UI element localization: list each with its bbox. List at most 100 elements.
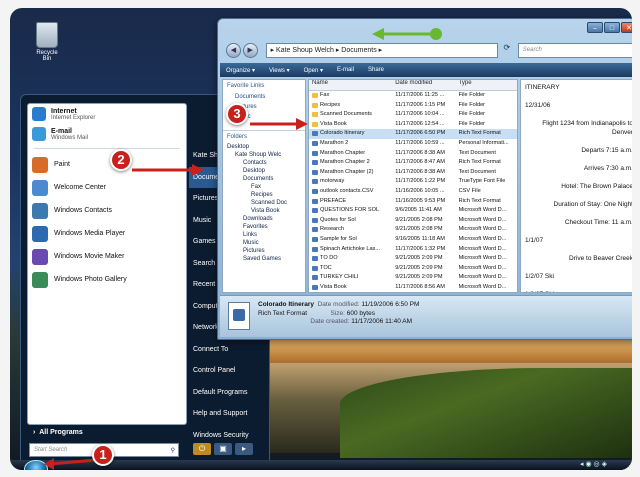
folder-tree-item[interactable]: Vista Book	[223, 207, 305, 215]
file-name: Sample for Sol	[309, 235, 392, 245]
desktop-wallpaper-foliage	[340, 368, 632, 458]
toolbar-button-3[interactable]: E-mail	[337, 67, 354, 73]
file-row[interactable]: Colorado Itinerary 11/17/2006 6:50 PM Rich…	[309, 129, 517, 139]
file-row[interactable]: QUESTIONS FOR SOL 9/6/2005 11:41 AM Micros…	[309, 206, 517, 216]
folder-tree-item[interactable]: Kate Shoup Welc	[223, 151, 305, 159]
recent-program-5[interactable]: Windows Photo Gallery	[28, 268, 186, 291]
file-row[interactable]: Vista Book 11/17/2006 8:56 AM Microsoft Wo…	[309, 283, 517, 292]
program-icon	[32, 179, 48, 196]
toolbar-button-4[interactable]: Share	[368, 67, 384, 73]
start-menu-programs-pane: Internet Internet Explorer E-mail Windows M…	[27, 103, 187, 425]
folder-tree-item[interactable]: Favorites	[223, 223, 305, 231]
window-search-input[interactable]: Search	[517, 42, 632, 58]
pinned-program-0[interactable]: Internet Internet Explorer	[28, 104, 186, 124]
preview-line: Departs 7:15 a.m.	[581, 147, 632, 154]
folder-tree-item[interactable]: Fax	[223, 183, 305, 191]
system-tray[interactable]: ◂ ◉ ◎ ◈	[580, 460, 607, 468]
file-row[interactable]: Marathon Chapter 2 11/17/2006 8:47 AM Rich…	[309, 158, 517, 168]
file-name: Marathon Chapter (2)	[309, 168, 392, 178]
maximize-button[interactable]: □	[604, 22, 620, 33]
file-row[interactable]: Research 9/21/2005 2:08 PM Microsoft Word …	[309, 225, 517, 235]
file-type: Microsoft Word D...	[458, 207, 507, 214]
chevron-right-icon[interactable]: ▸	[235, 443, 253, 455]
folder-tree-item[interactable]: Saved Games	[223, 255, 305, 263]
recent-program-4[interactable]: Windows Movie Maker	[28, 245, 186, 268]
folder-tree-item[interactable]: Desktop	[223, 167, 305, 175]
file-type: Microsoft Word D...	[458, 216, 507, 223]
file-row[interactable]: Quotes for Sol 9/21/2005 2:08 PM Microsoft…	[309, 216, 517, 226]
start-place-11[interactable]: Default Programs	[189, 382, 269, 404]
file-row[interactable]: TURKEY CHILI 9/21/2005 2:09 PM Microsoft W…	[309, 273, 517, 283]
file-row[interactable]: Sample for Sol 9/16/2005 11:18 AM Microsof…	[309, 235, 517, 245]
folder-tree-item[interactable]: Documents	[223, 175, 305, 183]
file-name: Spinach Artichoke Las...	[309, 245, 392, 255]
file-row[interactable]: Marathon Chapter 11/17/2006 8:38 AM Text D…	[309, 149, 517, 159]
address-bar[interactable]: ▸ Kate Shoup Welch ▸ Documents ▸	[265, 42, 498, 58]
all-programs-button[interactable]: › All Programs	[27, 425, 187, 441]
file-name: Fax	[309, 91, 392, 101]
file-date: 11/17/2006 8:38 AM	[395, 168, 445, 175]
callout-badge-2: 2	[110, 149, 132, 171]
window-controls: – □ ✕	[587, 22, 632, 33]
file-row[interactable]: Recipes 11/17/2006 1:15 PM File Folder	[309, 101, 517, 111]
details-date-modified: 11/19/2006 6:50 PM	[361, 301, 420, 308]
command-toolbar: Organize ▾ Views ▾ Open ▾ E-mail Share	[220, 63, 632, 77]
column-header-date[interactable]: Date modified	[392, 80, 455, 90]
pinned-program-label: E-mail Windows Mail	[51, 128, 88, 141]
file-type: TrueType Font File	[458, 178, 506, 185]
forward-button[interactable]: ▶	[242, 42, 258, 58]
file-type: Microsoft Word D...	[458, 245, 507, 252]
start-place-10[interactable]: Control Panel	[189, 360, 269, 382]
lock-icon[interactable]: ▣	[214, 443, 232, 455]
file-type: Microsoft Word D...	[458, 235, 507, 242]
file-type: File Folder	[458, 120, 486, 127]
toolbar-button-2[interactable]: Open ▾	[304, 67, 323, 74]
column-header-name[interactable]: Name	[309, 80, 392, 90]
file-row[interactable]: TO DO 9/21/2005 2:09 PM Microsoft Word D..…	[309, 254, 517, 264]
start-place-9[interactable]: Connect To	[189, 339, 269, 361]
file-date: 11/17/2006 1:15 PM	[395, 101, 446, 108]
file-row[interactable]: Marathon Chapter (2) 11/17/2006 8:38 AM Te…	[309, 168, 517, 178]
back-button[interactable]: ◀	[226, 42, 241, 58]
file-type: Text Document	[458, 149, 496, 156]
file-date: 11/17/2006 8:56 AM	[395, 283, 445, 290]
preview-line: Checkout Time: 11 a.m.	[564, 219, 632, 226]
toolbar-button-0[interactable]: Organize ▾	[226, 67, 255, 74]
file-row[interactable]: outlook contacts.CSV 11/16/2006 10:05 ...…	[309, 187, 517, 197]
file-row[interactable]: Spinach Artichoke Las... 11/17/2006 1:32 …	[309, 245, 517, 255]
preview-line: 12/31/06	[525, 102, 551, 109]
toolbar-button-1[interactable]: Views ▾	[269, 67, 290, 74]
folder-tree-item[interactable]: Downloads	[223, 215, 305, 223]
file-row[interactable]: Vista Book 11/17/2006 12:54 ... File Folde…	[309, 120, 517, 130]
close-button[interactable]: ✕	[621, 22, 632, 33]
preview-line: Flight 1234 from Indianapolis to Denver	[542, 120, 632, 136]
folder-tree-item[interactable]: Music	[223, 239, 305, 247]
start-menu-separator	[34, 148, 180, 149]
file-type: Microsoft Word D...	[458, 283, 507, 290]
file-row[interactable]: PREFACE 11/16/2005 9:53 PM Rich Text Forma…	[309, 197, 517, 207]
folder-tree-item[interactable]: Contacts	[223, 159, 305, 167]
folder-tree-item[interactable]: Desktop	[223, 143, 305, 151]
power-icon[interactable]: ⏻	[193, 443, 211, 455]
file-row[interactable]: Scanned Documents 11/17/2006 10:04 ... Fil…	[309, 110, 517, 120]
minimize-button[interactable]: –	[587, 22, 603, 33]
file-row[interactable]: Fax 11/17/2006 11:25 ... File Folder	[309, 91, 517, 101]
folder-tree-item[interactable]: Pictures	[223, 247, 305, 255]
file-row[interactable]: TOC 9/21/2005 2:09 PM Microsoft Word D...	[309, 264, 517, 274]
folder-tree-item[interactable]: Links	[223, 231, 305, 239]
details-text: Colorado Itinerary Date modified: 11/19/…	[258, 301, 419, 327]
power-controls: ⏻ ▣ ▸	[193, 443, 253, 455]
recent-program-3[interactable]: Windows Media Player	[28, 222, 186, 245]
recent-program-2[interactable]: Windows Contacts	[28, 199, 186, 222]
start-place-12[interactable]: Help and Support	[189, 403, 269, 425]
refresh-icon[interactable]: ⟳	[500, 43, 514, 58]
folder-tree-item[interactable]: Scanned Doc	[223, 199, 305, 207]
file-row[interactable]: Marathon 2 11/17/2006 10:59 ... Personal I…	[309, 139, 517, 149]
favorite-link-0[interactable]: Documents	[223, 92, 305, 102]
file-date: 11/17/2006 10:59 ...	[395, 139, 445, 146]
pinned-program-1[interactable]: E-mail Windows Mail	[28, 124, 186, 144]
column-header-type[interactable]: Type	[456, 80, 517, 90]
recycle-bin-shortcut[interactable]: Recycle Bin	[32, 22, 62, 62]
file-row[interactable]: motorway 11/17/2006 1:22 PM TrueType Font …	[309, 177, 517, 187]
folder-tree-item[interactable]: Recipes	[223, 191, 305, 199]
